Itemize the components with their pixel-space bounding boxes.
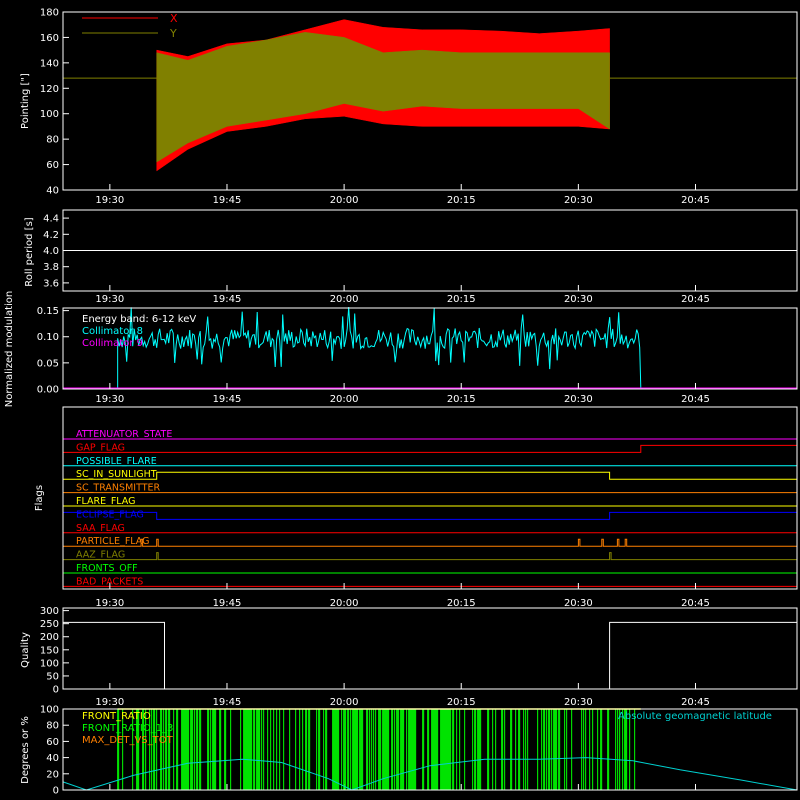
y-tick-label: 60 (46, 737, 59, 748)
energy-band-label: Energy band: 6-12 keV (82, 314, 196, 325)
x-tick-label: 20:45 (681, 697, 710, 708)
y-tick-label: 20 (46, 769, 59, 780)
y-tick-label: 0 (53, 685, 59, 696)
y-tick-label: 100 (40, 658, 59, 669)
x-tick-label: 20:30 (564, 697, 593, 708)
flag-label: SC_TRANSMITTER (76, 483, 161, 494)
x-tick-label: 19:45 (213, 697, 242, 708)
x-tick-label: 19:30 (95, 697, 124, 708)
y-tick-label: 80 (46, 135, 59, 146)
x-tick-label: 20:45 (681, 195, 710, 206)
x-tick-label: 20:00 (330, 195, 359, 206)
x-tick-label: 19:45 (213, 598, 242, 609)
x-tick-label: 19:30 (95, 195, 124, 206)
y-tick-label: 4.4 (43, 214, 59, 225)
flag-label: ATTENUATOR_STATE (76, 429, 172, 440)
flag-label: FLARE_FLAG (76, 496, 136, 507)
max-det-label: MAX_DET_VS_TOT (82, 735, 174, 746)
y-tick-label: 3.6 (43, 278, 59, 289)
y-tick-label: 40 (46, 753, 59, 764)
front-ratio-13-label: FRONT_RATIO_1_3 (82, 723, 173, 734)
y-tick-label: 160 (40, 33, 59, 44)
x-tick-label: 20:45 (681, 598, 710, 609)
y-tick-label: 120 (40, 84, 59, 95)
y-tick-label: 0.00 (37, 385, 59, 396)
flag-label: SC_IN_SUNLIGHT (76, 469, 157, 480)
y-tick-label: 150 (40, 645, 59, 656)
y-tick-label: 300 (40, 606, 59, 617)
y-tick-label: 4.0 (43, 246, 59, 257)
x-tick-label: 20:00 (330, 697, 359, 708)
collimator8-label: Collimator 8 (82, 326, 143, 337)
x-tick-label: 20:45 (681, 294, 710, 305)
modulation-ylabel: Normalized modulation (4, 291, 15, 408)
collimator9-label: Collimator 9 (82, 338, 143, 349)
y-tick-label: 180 (40, 8, 59, 19)
y-tick-label: 40 (46, 186, 59, 197)
x-tick-label: 20:15 (447, 195, 476, 206)
y-tick-label: 0.10 (37, 332, 59, 343)
x-tick-label: 20:00 (330, 394, 359, 405)
x-tick-label: 19:45 (213, 294, 242, 305)
flag-label: POSSIBLE_FLARE (76, 456, 157, 467)
x-tick-label: 20:30 (564, 598, 593, 609)
x-tick-label: 19:45 (213, 394, 242, 405)
flag-label: PARTICLE_FLAG (76, 536, 149, 547)
x-tick-label: 20:15 (447, 697, 476, 708)
geomag-label: Absolute geomagnetic latitude (618, 711, 772, 722)
x-tick-label: 19:30 (95, 598, 124, 609)
y-tick-label: 80 (46, 721, 59, 732)
figure: 40 60 80 100 120 140 160 180 19:30 19:45 20:00 20:… (0, 0, 800, 800)
y-tick-label: 140 (40, 58, 59, 69)
y-tick-label: 0.05 (37, 358, 59, 369)
x-tick-label: 20:30 (564, 294, 593, 305)
front-ratio-label: FRONT_RATIO (82, 711, 151, 722)
y-tick-label: 50 (46, 671, 59, 682)
y-tick-label: 0 (53, 786, 59, 797)
flag-label: AAZ_FLAG (76, 550, 125, 561)
ratios-ylabel: Degrees or % (20, 716, 31, 784)
x-tick-label: 20:45 (681, 394, 710, 405)
x-tick-label: 20:30 (564, 394, 593, 405)
y-tick-label: 3.8 (43, 262, 59, 273)
x-tick-label: 20:00 (330, 294, 359, 305)
flag-label: SAA_FLAG (76, 523, 125, 534)
legend-x-label: X (170, 12, 178, 25)
x-tick-label: 20:00 (330, 598, 359, 609)
x-tick-label: 20:15 (447, 598, 476, 609)
quality-ylabel: Quality (20, 632, 31, 668)
legend-y-label: Y (169, 27, 177, 40)
x-tick-label: 19:30 (95, 394, 124, 405)
y-tick-label: 0.15 (37, 306, 59, 317)
y-tick-label: 60 (46, 160, 59, 171)
x-tick-label: 20:15 (447, 294, 476, 305)
y-tick-label: 100 (40, 705, 59, 716)
y-tick-label: 4.2 (43, 230, 59, 241)
x-tick-label: 19:45 (213, 195, 242, 206)
y-tick-label: 100 (40, 109, 59, 120)
flags-ylabel: Flags (34, 485, 45, 511)
flag-label: ECLIPSE_FLAG (76, 509, 144, 520)
x-tick-label: 19:30 (95, 294, 124, 305)
y-tick-label: 200 (40, 632, 59, 643)
flag-label: GAP_FLAG (76, 442, 125, 453)
x-tick-label: 20:15 (447, 394, 476, 405)
roll-ylabel: Roll period [s] (24, 217, 35, 286)
y-tick-label: 250 (40, 619, 59, 630)
x-tick-label: 20:30 (564, 195, 593, 206)
flag-label: FRONTS_OFF (76, 563, 138, 574)
pointing-ylabel: Pointing ["] (20, 73, 31, 129)
